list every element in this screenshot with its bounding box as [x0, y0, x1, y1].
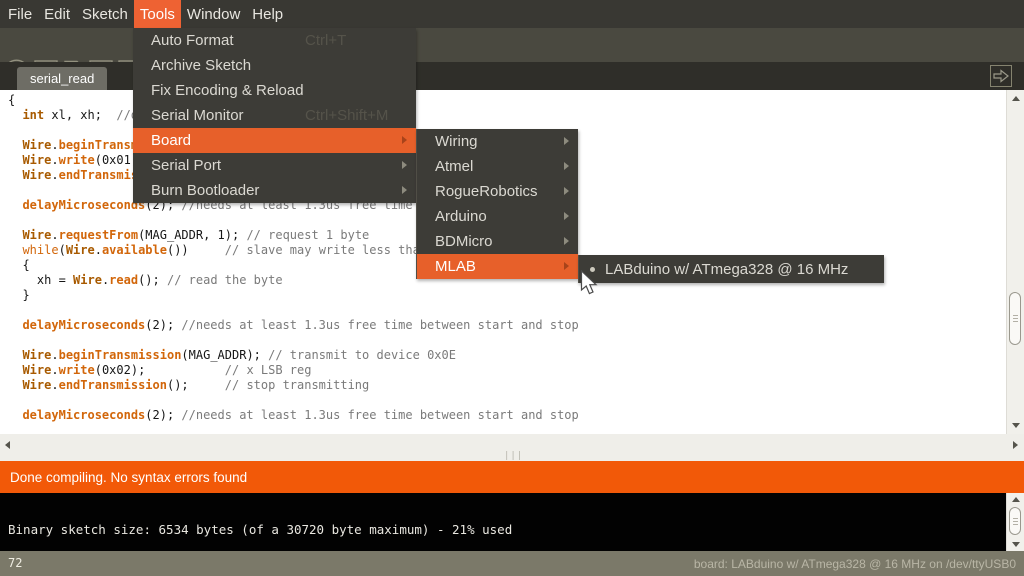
menuitem-label: Atmel [435, 158, 473, 175]
submenu-arrow-icon [564, 262, 569, 270]
menuitem-label: Serial Monitor [151, 107, 244, 124]
editor-horizontal-scrollbar[interactable]: ||| [0, 434, 1024, 461]
menuitem-label: Auto Format [151, 32, 234, 49]
console-scroll-down-icon[interactable] [1012, 542, 1020, 547]
submenu-arrow-icon [402, 136, 407, 144]
scroll-down-icon[interactable] [1012, 423, 1020, 428]
board-submenu-popup: Wiring Atmel RogueRobotics Arduino BDMicro ML… [416, 129, 578, 279]
mouse-cursor [580, 270, 599, 298]
code-line: Wire.beginTransmission(MAG_ADDR); // tra… [8, 348, 579, 363]
arduino-ide-window: FileEditSketchToolsWindowHelp serial_r [0, 0, 1024, 576]
menuitem-burn-bootloader[interactable]: Burn Bootloader [133, 178, 416, 203]
menuitem-label: Serial Port [151, 157, 221, 174]
scroll-left-icon[interactable] [5, 441, 10, 449]
menuitem-label: Arduino [435, 208, 487, 225]
menu-help[interactable]: Help [246, 0, 289, 28]
submenu-arrow-icon [564, 162, 569, 170]
serial-monitor-icon [992, 68, 1010, 84]
menuitem-label: Archive Sketch [151, 57, 251, 74]
console-scroll-up-icon[interactable] [1012, 497, 1020, 502]
menuitem-serial-port[interactable]: Serial Port [133, 153, 416, 178]
menuitem-mlab[interactable]: MLAB [417, 254, 578, 279]
tab-serial-read[interactable]: serial_read [17, 67, 107, 90]
menuitem-bdmicro[interactable]: BDMicro [417, 229, 578, 254]
submenu-arrow-icon [402, 161, 407, 169]
menu-tools[interactable]: Tools [134, 0, 181, 28]
submenu-arrow-icon [402, 186, 407, 194]
code-line: } [8, 288, 579, 303]
status-message: Done compiling. No syntax errors found [10, 470, 247, 485]
code-line: Wire.write(0x02); // x LSB reg [8, 363, 579, 378]
menuitem-label: RogueRobotics [435, 183, 538, 200]
console-scroll-thumb[interactable] [1009, 507, 1021, 535]
code-line [8, 303, 579, 318]
submenu-arrow-icon [564, 187, 569, 195]
submenu-arrow-icon [564, 137, 569, 145]
menuitem-board[interactable]: Board [133, 128, 416, 153]
mlab-submenu-popup: LABduino w/ ATmega328 @ 16 MHz [578, 255, 884, 283]
menuitem-label: Fix Encoding & Reload [151, 82, 304, 99]
submenu-arrow-icon [564, 212, 569, 220]
submenu-arrow-icon [564, 237, 569, 245]
splitter-grip-icon[interactable]: ||| [504, 451, 523, 461]
tab-label: serial_read [30, 71, 94, 86]
menubar: FileEditSketchToolsWindowHelp [0, 0, 1024, 28]
menuitem-roguerobotics[interactable]: RogueRobotics [417, 179, 578, 204]
scroll-right-icon[interactable] [1013, 441, 1018, 449]
menuitem-fix-encoding-reload[interactable]: Fix Encoding & Reload [133, 78, 416, 103]
menuitem-label: LABduino w/ ATmega328 @ 16 MHz [605, 261, 848, 278]
status-bar: Done compiling. No syntax errors found [0, 461, 1024, 493]
console-output: Binary sketch size: 6534 bytes (of a 307… [8, 522, 512, 537]
thumb-grip [1013, 315, 1018, 322]
menuitem-wiring[interactable]: Wiring [417, 129, 578, 154]
menu-sketch[interactable]: Sketch [76, 0, 134, 28]
menuitem-label: Wiring [435, 133, 478, 150]
code-line: delayMicroseconds(2); //needs at least 1… [8, 408, 579, 423]
menu-file[interactable]: File [2, 0, 38, 28]
console[interactable]: Binary sketch size: 6534 bytes (of a 307… [0, 493, 1024, 551]
board-port-info: board: LABduino w/ ATmega328 @ 16 MHz on… [694, 557, 1016, 571]
menuitem-archive-sketch[interactable]: Archive Sketch [133, 53, 416, 78]
menuitem-atmel[interactable]: Atmel [417, 154, 578, 179]
menuitem-label: MLAB [435, 258, 476, 275]
menuitem-arduino[interactable]: Arduino [417, 204, 578, 229]
menuitem-labduino-w-atmega328-16-mhz[interactable]: LABduino w/ ATmega328 @ 16 MHz [579, 255, 884, 283]
editor-vertical-scrollbar[interactable] [1006, 90, 1024, 434]
menuitem-shortcut: Ctrl+T [305, 32, 346, 49]
menuitem-label: Board [151, 132, 191, 149]
tools-menu-popup: Auto Format Ctrl+T Archive Sketch Fix Encod… [133, 28, 416, 203]
footer-status-bar: 72 board: LABduino w/ ATmega328 @ 16 MHz… [0, 551, 1024, 576]
code-line: Wire.endTransmission(); // stop transmit… [8, 378, 579, 393]
menuitem-auto-format[interactable]: Auto Format Ctrl+T [133, 28, 416, 53]
console-vertical-scrollbar[interactable] [1006, 493, 1024, 551]
code-line [8, 393, 579, 408]
menu-window[interactable]: Window [181, 0, 246, 28]
scroll-up-icon[interactable] [1012, 96, 1020, 101]
editor-scroll-thumb[interactable] [1009, 292, 1021, 345]
menuitem-serial-monitor[interactable]: Serial Monitor Ctrl+Shift+M [133, 103, 416, 128]
menuitem-label: Burn Bootloader [151, 182, 259, 199]
menuitem-shortcut: Ctrl+Shift+M [305, 107, 388, 124]
menuitem-label: BDMicro [435, 233, 493, 250]
serial-monitor-button[interactable] [990, 65, 1012, 87]
thumb-grip [1013, 518, 1018, 525]
current-line-number: 72 [8, 556, 22, 570]
menu-edit[interactable]: Edit [38, 0, 76, 28]
code-line: delayMicroseconds(2); //needs at least 1… [8, 318, 579, 333]
code-line [8, 333, 579, 348]
